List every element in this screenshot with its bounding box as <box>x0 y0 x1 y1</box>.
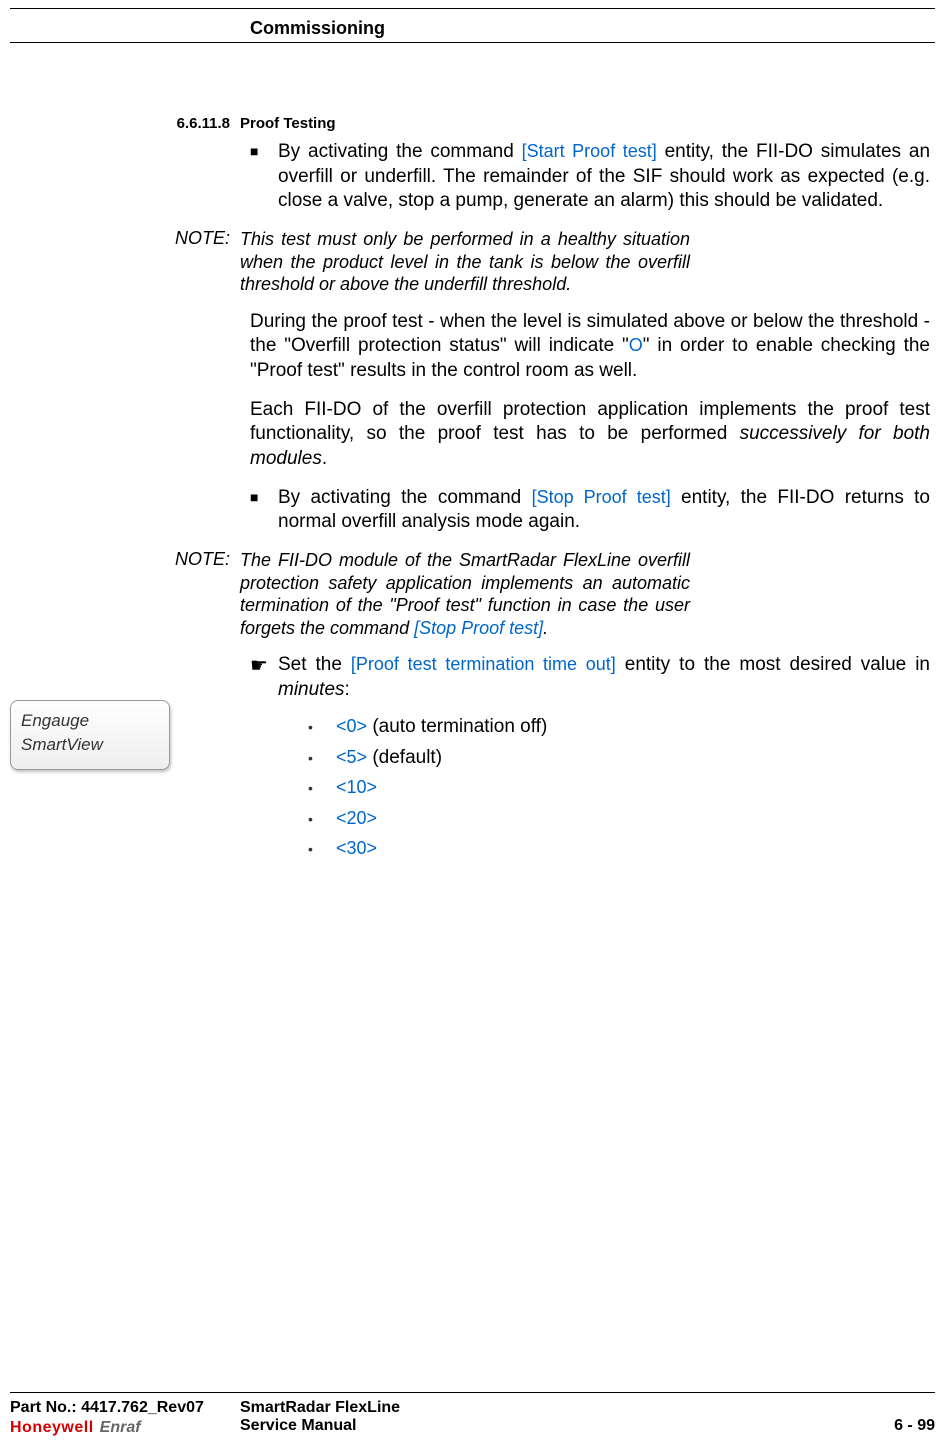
section-number: 6.6.11.8 <box>10 115 240 132</box>
pointer-em: minutes <box>278 679 345 700</box>
note1-label: NOTE: <box>10 228 240 296</box>
footer-page-number: 6 - 99 <box>894 1399 935 1437</box>
bullet-dot-icon: • <box>308 712 336 742</box>
section-heading-row: 6.6.11.8 Proof Testing <box>10 115 935 132</box>
bullet-dot-icon: • <box>308 743 336 773</box>
square-bullet-icon: ■ <box>250 140 278 214</box>
note-1: NOTE: This test must only be performed i… <box>10 228 935 296</box>
bullet-dot-icon: • <box>308 834 336 864</box>
note1-text: This test must only be performed in a he… <box>240 228 690 296</box>
bullet-dot-icon: • <box>308 773 336 803</box>
square-bullet-icon: ■ <box>250 486 278 535</box>
callout-line2: SmartView <box>21 733 159 757</box>
paragraph-1: During the proof test - when the level i… <box>250 310 930 384</box>
footer-doc: Service Manual <box>240 1417 894 1435</box>
list-item: • <20> <box>308 804 935 834</box>
section-title: Proof Testing <box>240 115 336 132</box>
enraf-logo: Enraf <box>100 1419 141 1437</box>
footer-part-number: Part No.: 4417.762_Rev07 <box>10 1399 240 1417</box>
footer-product: SmartRadar FlexLine <box>240 1399 894 1417</box>
timeout-options: • <0> (auto termination off) • <5> (defa… <box>308 712 935 864</box>
footer-rule <box>10 1392 935 1393</box>
para2-c: . <box>322 448 327 469</box>
header-rule-top <box>10 8 935 9</box>
note2-label: NOTE: <box>10 549 240 639</box>
list-item: • <0> (auto termination off) <box>308 712 935 742</box>
bullet-dot-icon: • <box>308 804 336 834</box>
note2-post: . <box>543 618 548 638</box>
option-code: <10> <box>336 777 377 797</box>
start-proof-test-entity: [Start Proof test] <box>522 141 657 161</box>
paragraph-2: Each FII-DO of the overfill protection a… <box>250 398 930 472</box>
option-code: <5> <box>336 747 367 767</box>
bullet-2: ■ By activating the command [Stop Proof … <box>250 486 930 535</box>
option-code: <20> <box>336 808 377 828</box>
header-rule-bottom <box>10 42 935 43</box>
pointer-instruction: ☛ Set the [Proof test termination time o… <box>250 653 930 702</box>
stop-proof-test-entity: [Stop Proof test] <box>532 487 671 507</box>
honeywell-logo: Honeywell <box>10 1419 94 1437</box>
bullet-1: ■ By activating the command [Start Proof… <box>250 140 930 214</box>
timeout-entity: [Proof test termination time out] <box>351 654 616 674</box>
stop-proof-test-entity-note: [Stop Proof test] <box>414 618 543 638</box>
page-header-title: Commissioning <box>250 18 385 39</box>
pointer-pre: Set the <box>278 654 351 675</box>
note-2: NOTE: The FII-DO module of the SmartRada… <box>10 549 935 639</box>
bullet2-pre: By activating the command <box>278 487 532 508</box>
option-code: <0> <box>336 716 367 736</box>
callout-line1: Engauge <box>21 709 159 733</box>
list-item: • <30> <box>308 834 935 864</box>
option-text: (default) <box>367 747 442 768</box>
pointer-icon: ☛ <box>250 653 278 702</box>
pointer-mid: entity to the most desired value in <box>616 654 930 675</box>
pointer-post: : <box>345 679 350 700</box>
page-footer: Part No.: 4417.762_Rev07 Honeywell Enraf… <box>10 1392 935 1437</box>
option-text: (auto termination off) <box>367 716 547 737</box>
bullet1-pre: By activating the command <box>278 141 522 162</box>
list-item: • <10> <box>308 773 935 803</box>
list-item: • <5> (default) <box>308 743 935 773</box>
option-code: <30> <box>336 838 377 858</box>
engauge-smartview-callout: Engauge SmartView <box>10 700 170 770</box>
status-code-o: O <box>629 335 643 355</box>
